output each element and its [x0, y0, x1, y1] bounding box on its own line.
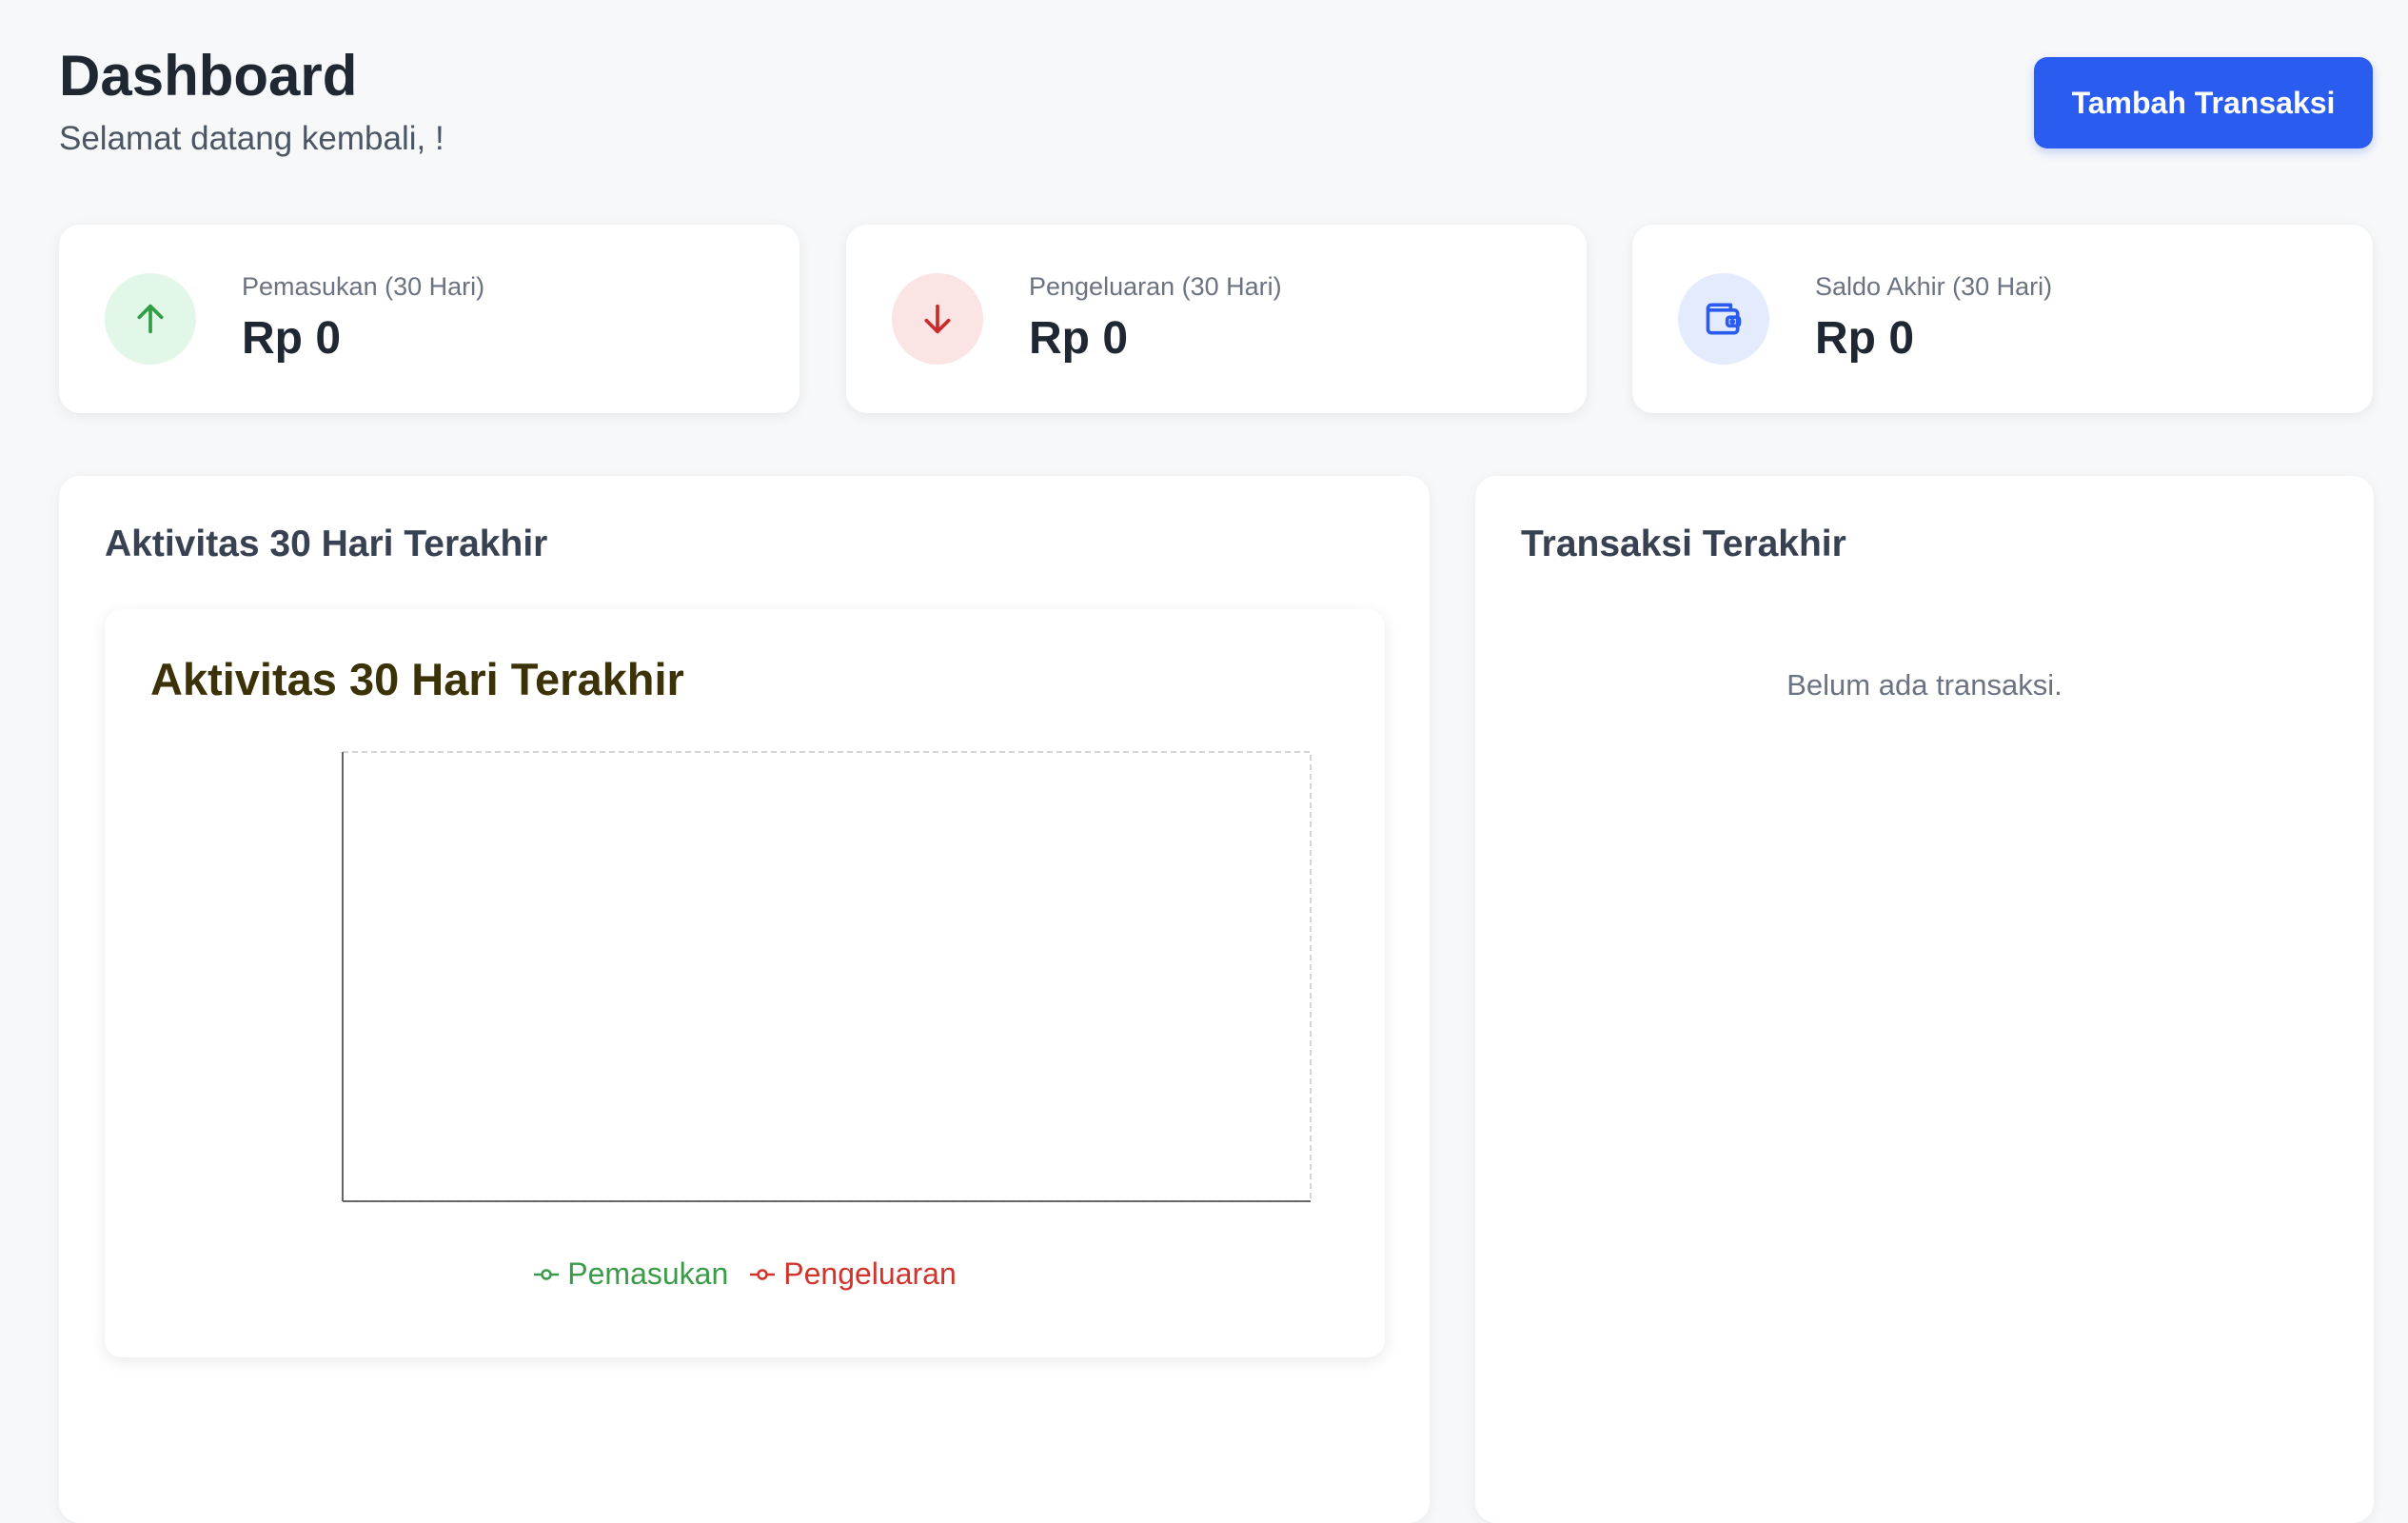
- header: Dashboard Selamat datang kembali, !: [59, 42, 444, 160]
- recent-transactions-title: Transaksi Terakhir: [1521, 524, 1846, 564]
- recent-transactions-panel: Transaksi Terakhir Belum ada transaksi.: [1475, 476, 2374, 1523]
- add-transaction-button[interactable]: Tambah Transaksi: [2034, 57, 2373, 148]
- balance-stat-card: Saldo Akhir (30 Hari) Rp 0: [1632, 225, 2373, 413]
- activity-panel: Aktivitas 30 Hari Terakhir Aktivitas 30 …: [59, 476, 1430, 1523]
- chart-legend: Pemasukan Pengeluaran: [105, 1256, 1385, 1292]
- arrow-down-icon: [924, 304, 951, 334]
- page-subtitle: Selamat datang kembali, !: [59, 120, 444, 157]
- balance-icon-circle: [1678, 273, 1769, 365]
- activity-chart: Aktivitas 30 Hari Terakhir Pemasukan Peng…: [105, 609, 1385, 1357]
- balance-stat-label: Saldo Akhir (30 Hari): [1815, 272, 2053, 301]
- empty-transactions-message: Belum ada transaksi.: [1786, 668, 2063, 702]
- legend-line-marker-icon: [534, 1268, 560, 1280]
- expense-stat-card: Pengeluaran (30 Hari) Rp 0: [846, 225, 1587, 413]
- arrow-up-icon: [137, 304, 164, 334]
- page-title: Dashboard: [59, 44, 358, 108]
- wallet-icon: [1706, 303, 1742, 335]
- legend-label: Pemasukan: [567, 1256, 729, 1291]
- legend-label: Pengeluaran: [783, 1256, 957, 1291]
- expense-icon-circle: [892, 273, 983, 365]
- income-stat-value: Rp 0: [242, 313, 342, 364]
- legend-item-1[interactable]: Pengeluaran: [749, 1256, 957, 1292]
- income-icon-circle: [105, 273, 196, 365]
- legend-line-marker-icon: [750, 1268, 776, 1280]
- expense-stat-label: Pengeluaran (30 Hari): [1029, 272, 1282, 301]
- balance-stat-value: Rp 0: [1815, 313, 1915, 364]
- activity-panel-title: Aktivitas 30 Hari Terakhir: [105, 524, 548, 564]
- income-stat-label: Pemasukan (30 Hari): [242, 272, 485, 301]
- income-stat-card: Pemasukan (30 Hari) Rp 0: [59, 225, 799, 413]
- expense-stat-value: Rp 0: [1029, 313, 1129, 364]
- plot-area-frame: [342, 751, 1312, 1202]
- chart-plot: [342, 751, 1312, 1202]
- legend-item-0[interactable]: Pemasukan: [533, 1256, 728, 1292]
